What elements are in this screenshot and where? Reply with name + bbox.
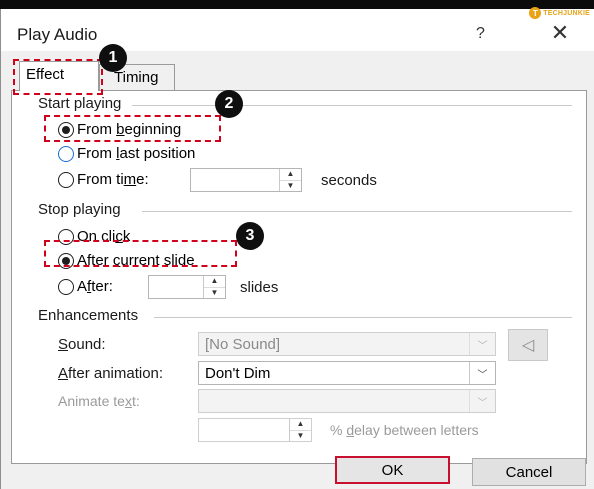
chevron-down-icon[interactable]: ﹀ [469,390,495,412]
effect-panel: Start playing From beginning From last p… [11,90,587,464]
radio-selected-icon [58,121,74,138]
slides-unit-label: slides [240,279,279,296]
step-marker-1: 1 [99,44,127,72]
after-animation-label: After animation: [58,365,164,382]
step-marker-3: 3 [236,222,264,250]
watermark-text: TECHJUNKIE [543,9,590,17]
ok-button[interactable]: OK [335,456,450,484]
sound-dropdown[interactable]: [No Sound] ﹀ [198,332,496,356]
title-bar: Play Audio ? ✕ [1,9,594,51]
cancel-button[interactable]: Cancel [472,458,586,486]
close-button[interactable]: ✕ [547,20,573,46]
from-time-label: From time: [77,171,149,188]
radio-on-click[interactable]: On click [58,228,130,245]
animate-text-dropdown[interactable]: ﹀ [198,389,496,413]
start-playing-label: Start playing [38,95,128,112]
seconds-value[interactable] [191,169,279,191]
radio-unselected-icon [58,171,74,188]
after-animation-dropdown[interactable]: Don't Dim ﹀ [198,361,496,385]
slides-value[interactable] [149,276,203,298]
delay-between-letters-label: % delay between letters [330,422,479,438]
chevron-down-icon[interactable]: ﹀ [469,362,495,384]
stop-playing-divider [142,211,572,212]
radio-from-time[interactable]: From time: [58,171,149,188]
radio-from-beginning[interactable]: From beginning [58,121,181,138]
start-playing-divider [132,105,572,106]
letter-delay-spinner[interactable]: ▲ ▼ [198,418,312,442]
after-current-slide-label: After current slide [77,252,195,269]
sound-label: Sound: [58,336,106,353]
radio-unselected-icon [58,145,74,162]
spin-up-icon[interactable]: ▲ [280,169,301,180]
dialog-title: Play Audio [17,25,98,44]
radio-unselected-icon [58,228,74,245]
spin-down-icon[interactable]: ▼ [290,429,311,442]
stop-playing-label: Stop playing [38,201,127,218]
spin-down-icon[interactable]: ▼ [280,179,301,192]
step-marker-2: 2 [215,90,243,118]
spin-down-icon[interactable]: ▼ [204,286,225,299]
radio-after-current-slide[interactable]: After current slide [58,252,195,269]
from-last-position-label: From last position [77,145,196,162]
tab-effect-label: Effect [26,66,65,83]
on-click-label: On click [77,228,131,245]
chevron-down-icon[interactable]: ﹀ [469,333,495,355]
help-button[interactable]: ? [476,25,485,43]
enhancements-label: Enhancements [38,307,145,324]
after-slides-label: After: [77,278,113,295]
animate-text-label: Animate text: [58,393,140,409]
techjunkie-logo-icon: T [529,7,542,19]
seconds-unit-label: seconds [321,172,377,189]
play-audio-dialog: Play Audio ? ✕ Effect Timing Start playi… [0,9,594,489]
radio-unselected-icon [58,278,74,295]
tab-timing-label: Timing [114,69,159,86]
radio-selected-icon [58,252,74,269]
spin-up-icon[interactable]: ▲ [290,419,311,430]
radio-from-last-position[interactable]: From last position [58,145,195,162]
from-time-seconds-spinner[interactable]: ▲ ▼ [190,168,302,192]
tab-effect[interactable]: Effect [19,61,99,91]
techjunkie-watermark: T TECHJUNKIE [529,6,590,20]
radio-after-slides[interactable]: After: [58,278,113,295]
sound-dropdown-value: [No Sound] [205,335,281,353]
from-beginning-label: From beginning [77,121,182,138]
delay-value[interactable] [199,419,289,441]
top-edge-bar [0,0,594,9]
spin-up-icon[interactable]: ▲ [204,276,225,287]
speaker-icon[interactable]: ◁ [508,329,548,361]
after-slides-spinner[interactable]: ▲ ▼ [148,275,226,299]
after-animation-value: Don't Dim [205,364,271,382]
enhancements-divider [154,317,572,318]
